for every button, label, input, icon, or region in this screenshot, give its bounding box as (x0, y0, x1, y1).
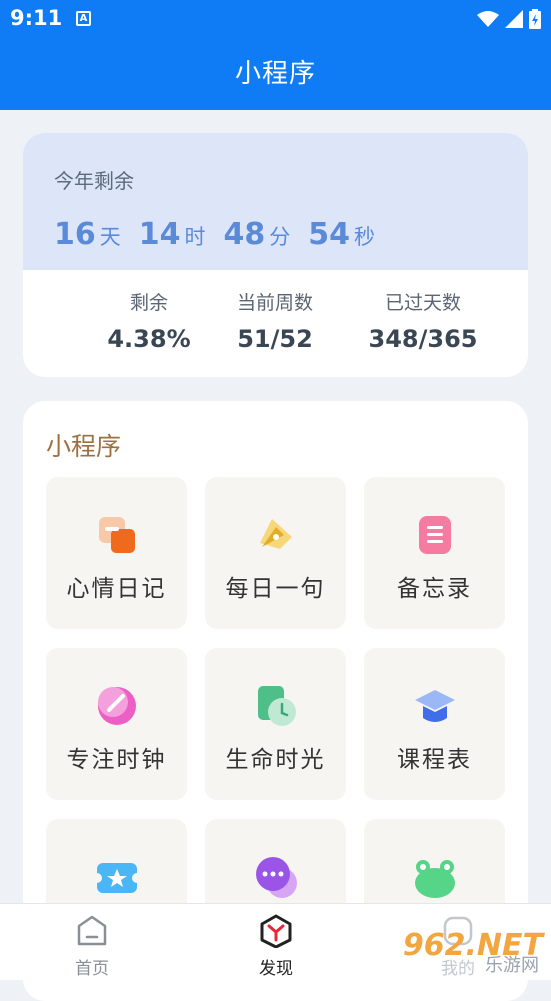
memo-icon (419, 516, 451, 554)
countdown-label: 今年剩余 (54, 169, 134, 193)
life-time-icon (258, 686, 296, 726)
tab-label: 发现 (259, 959, 293, 979)
tile-memo[interactable]: 备忘录 (364, 477, 505, 629)
tile-label: 生命时光 (225, 747, 326, 773)
hours-unit: 时 (184, 225, 206, 249)
tile-label: 每日一句 (225, 576, 326, 602)
countdown-stats: 剩余 4.38% 当前周数 51/52 已过天数 348/365 (23, 270, 528, 377)
stat-days-passed: 已过天数 348/365 (343, 270, 503, 353)
chat-bubble-icon (256, 857, 297, 898)
countdown-timer: 16 天 14 时 48 分 54 秒 (54, 217, 393, 252)
tile-label: 心情日记 (66, 576, 167, 602)
battery-icon (529, 9, 541, 29)
pen-icon (260, 519, 292, 549)
page-title: 小程序 (234, 59, 316, 89)
tile-timetable[interactable]: 课程表 (364, 648, 505, 800)
wifi-icon (477, 11, 499, 27)
stat-value: 348/365 (368, 325, 478, 353)
stat-value: 51/52 (237, 325, 313, 353)
home-icon (77, 915, 107, 946)
seconds-value: 54 (308, 217, 350, 252)
tile-life-time[interactable]: 生命时光 (205, 648, 346, 800)
days-value: 16 (54, 217, 96, 252)
tile-label: 备忘录 (397, 576, 472, 602)
stat-label: 当前周数 (236, 292, 313, 314)
stat-current-week: 当前周数 51/52 (195, 270, 355, 353)
minutes-unit: 分 (269, 225, 291, 249)
tile-focus-clock[interactable]: 专注时钟 (46, 648, 187, 800)
tile-daily-quote[interactable]: 每日一句 (205, 477, 346, 629)
tab-discover[interactable]: 发现 (226, 914, 326, 979)
minutes-value: 48 (223, 217, 266, 252)
mood-diary-icon (99, 517, 135, 553)
tile-label: 课程表 (397, 747, 472, 773)
days-unit: 天 (99, 225, 121, 249)
watermark-sub: 乐游网 (485, 955, 539, 976)
tab-home[interactable]: 首页 (42, 914, 142, 979)
hours-value: 14 (138, 217, 181, 252)
frog-icon (415, 860, 455, 898)
ticket-star-icon (95, 863, 139, 893)
graduation-cap-icon (415, 690, 455, 722)
signal-icon (505, 10, 523, 28)
status-bar: 9:11 A (0, 0, 551, 38)
seconds-unit: 秒 (354, 225, 375, 249)
focus-clock-icon (98, 687, 136, 725)
stat-label: 已过天数 (384, 292, 461, 314)
app-bar: 小程序 (0, 38, 551, 110)
discover-icon (260, 914, 292, 949)
year-countdown-card: 今年剩余 16 天 14 时 48 分 54 秒 剩余 4.38% 当前周数 5… (23, 133, 528, 377)
tab-label: 首页 (75, 959, 109, 979)
countdown-header: 今年剩余 16 天 14 时 48 分 54 秒 (23, 133, 528, 270)
tile-mood-diary[interactable]: 心情日记 (46, 477, 187, 629)
tile-label: 专注时钟 (66, 747, 167, 773)
status-time: 9:11 (10, 6, 63, 30)
section-title: 小程序 (46, 432, 122, 461)
notification-icon: A (76, 11, 91, 26)
